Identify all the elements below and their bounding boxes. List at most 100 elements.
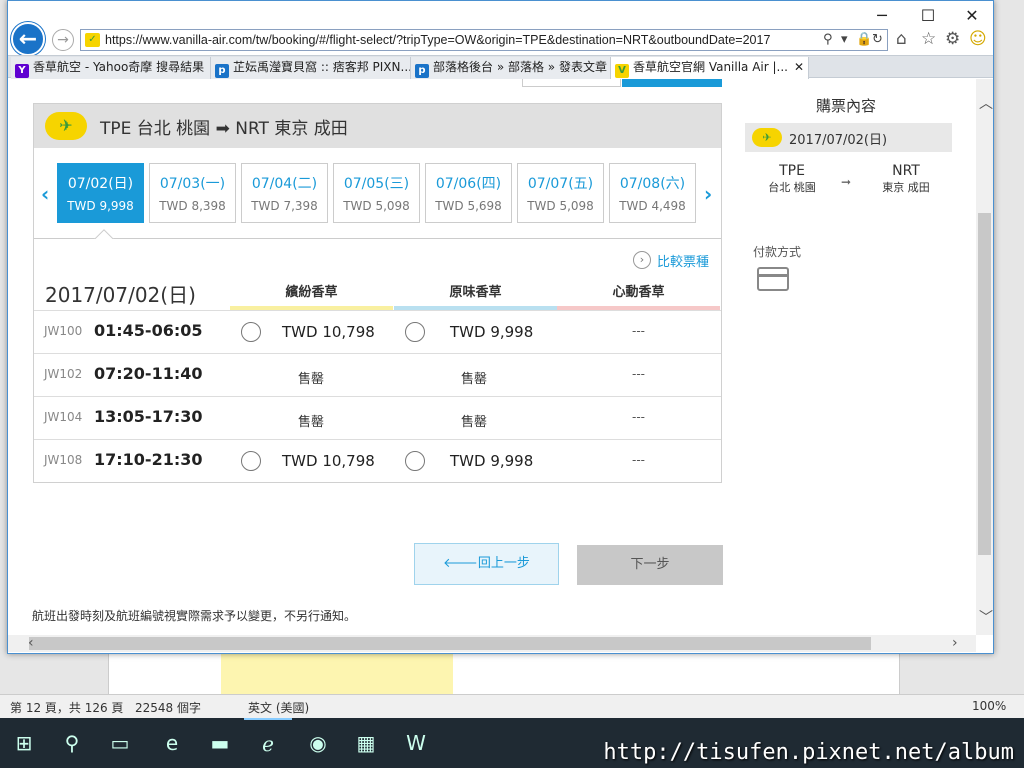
tab-close-icon[interactable]: ✕	[794, 57, 804, 78]
scroll-up-icon[interactable]: ︿	[979, 93, 993, 113]
back-step-button[interactable]: 🡐回上一步	[414, 543, 559, 585]
date-option[interactable]: 07/06(四) TWD 5,698	[425, 163, 512, 223]
top-partial-button-blue[interactable]	[622, 79, 722, 87]
flight-number: JW108	[44, 453, 83, 467]
fare-price: TWD 10,798	[282, 452, 375, 470]
flight-number: JW100	[44, 324, 83, 338]
date-option[interactable]: 07/07(五) TWD 5,098	[517, 163, 604, 223]
scroll-right-icon[interactable]: ›	[952, 635, 958, 651]
start-icon[interactable]: ⊞	[0, 718, 48, 768]
word-zoom: 100%	[972, 699, 1007, 713]
fare-radio[interactable]	[241, 322, 261, 342]
maximize-icon[interactable]: ☐	[905, 3, 951, 29]
forward-arrow-icon[interactable]: →	[52, 29, 74, 51]
fare-price: TWD 9,998	[450, 323, 534, 341]
flight-time: 13:05-17:30	[94, 407, 203, 426]
lock-icon[interactable]: 🔒	[856, 32, 872, 47]
arrow-right-icon: ➞	[841, 175, 852, 189]
vertical-scroll-thumb[interactable]	[978, 213, 991, 555]
prev-date-chevron-icon[interactable]: ‹	[41, 182, 49, 206]
home-icon[interactable]: ⌂	[896, 29, 907, 49]
title-bar: ─ ☐ ✕	[8, 1, 993, 29]
scroll-left-icon[interactable]: ‹	[28, 635, 34, 651]
date-label: 07/03(一)	[159, 176, 226, 192]
fare-radio[interactable]	[405, 451, 425, 471]
summary-origin-code: TPE	[779, 163, 805, 179]
minimize-icon[interactable]: ─	[859, 3, 905, 29]
address-bar[interactable]: ✓ https://www.vanilla-air.com/tw/booking…	[80, 29, 888, 51]
date-option[interactable]: 07/08(六) TWD 4,498	[609, 163, 696, 223]
date-option[interactable]: 07/05(三) TWD 5,098	[333, 163, 420, 223]
search-icon[interactable]: ⚲	[823, 32, 833, 47]
favorites-star-icon[interactable]: ☆	[921, 29, 936, 49]
folder-icon[interactable]: ▬	[196, 718, 244, 768]
payment-label: 付款方式	[753, 245, 802, 259]
tab-label: 香草航空 - Yahoo奇摩 搜尋結果	[33, 60, 205, 74]
close-icon[interactable]: ✕	[949, 3, 995, 29]
tab-blog-admin[interactable]: p 部落格後台 » 部落格 » 發表文章	[411, 57, 611, 79]
scroll-down-icon[interactable]: ﹀	[979, 607, 993, 627]
sold-out-label: 售罄	[461, 415, 488, 430]
watermark-text: http://tisufen.pixnet.net/album	[603, 740, 1014, 765]
compare-chevron-icon[interactable]: ›	[633, 251, 651, 269]
settings-gear-icon[interactable]: ⚙	[945, 29, 960, 49]
compare-fares-link[interactable]: 比較票種	[657, 251, 709, 270]
route-header: ✈ TPE 台北 桃園 ➡ NRT 東京 成田	[34, 104, 721, 148]
date-option[interactable]: 07/02(日) TWD 9,998	[57, 163, 144, 223]
fare-unavailable: ---	[632, 410, 645, 424]
date-price: TWD 4,498	[619, 199, 686, 213]
browser-window: ─ ☐ ✕ ← → ✓ https://www.vanilla-air.com/…	[7, 0, 994, 654]
flight-row: JW104 13:05-17:30 售罄 售罄 ---	[34, 396, 721, 439]
tab-pixnet-blog[interactable]: p 芷妘禹瀅寶貝窩 :: 痞客邦 PIXN...	[211, 57, 411, 79]
date-label: 07/08(六)	[619, 176, 686, 192]
date-label: 07/05(三)	[343, 176, 410, 192]
credit-card-icon	[757, 267, 789, 291]
refresh-icon[interactable]: ↻	[872, 32, 883, 47]
next-step-button[interactable]: 下一步	[577, 545, 723, 585]
chrome-icon[interactable]: ◉	[294, 718, 342, 768]
sold-out-label: 售罄	[298, 415, 325, 430]
left-arrow-icon: 🡐	[443, 556, 478, 571]
fare-unavailable: ---	[632, 453, 645, 467]
sold-out-label: 售罄	[298, 372, 325, 387]
airplane-icon: ✈	[752, 128, 782, 147]
horizontal-scroll-thumb[interactable]	[29, 637, 871, 650]
route-title: TPE 台北 桃園 ➡ NRT 東京 成田	[100, 119, 348, 139]
flight-row: JW102 07:20-11:40 售罄 售罄 ---	[34, 353, 721, 396]
pixnet-icon: p	[415, 64, 429, 78]
word-word-count: 22548 個字	[135, 701, 201, 715]
tab-vanilla-air[interactable]: V 香草航空官網 Vanilla Air |... ✕	[611, 57, 809, 79]
edge-icon[interactable]: e	[148, 718, 196, 768]
smiley-icon[interactable]: ☺	[969, 29, 987, 49]
fare-radio[interactable]	[405, 322, 425, 342]
back-step-label: 回上一步	[477, 556, 530, 571]
dropdown-icon[interactable]: ▾	[841, 32, 848, 47]
word-icon[interactable]: W	[392, 718, 440, 768]
fare-unavailable: ---	[632, 324, 645, 338]
summary-origin-name: 台北 桃園	[768, 181, 816, 194]
flight-time: 17:10-21:30	[94, 450, 203, 469]
fare-price: TWD 10,798	[282, 323, 375, 341]
date-price: TWD 5,098	[527, 199, 594, 213]
date-option[interactable]: 07/03(一) TWD 8,398	[149, 163, 236, 223]
summary-date-box: ✈ 2017/07/02(日)	[745, 123, 952, 152]
date-price: TWD 7,398	[251, 199, 318, 213]
date-option[interactable]: 07/04(二) TWD 7,398	[241, 163, 328, 223]
ie-icon[interactable]: ℯ	[244, 718, 292, 768]
site-favicon-icon: ✓	[85, 33, 100, 47]
tab-yahoo[interactable]: Y 香草航空 - Yahoo奇摩 搜尋結果	[11, 57, 211, 79]
fare-unavailable: ---	[632, 367, 645, 381]
url-text[interactable]: https://www.vanilla-air.com/tw/booking/#…	[105, 33, 805, 47]
date-price: TWD 5,698	[435, 199, 502, 213]
search-icon[interactable]: ⚲	[48, 718, 96, 768]
fare-radio[interactable]	[241, 451, 261, 471]
tab-label: 香草航空官網 Vanilla Air |...	[633, 60, 788, 74]
next-date-chevron-icon[interactable]: ›	[704, 182, 712, 206]
store-icon[interactable]: ▦	[342, 718, 390, 768]
top-partial-button[interactable]	[522, 79, 621, 87]
back-arrow-icon[interactable]: ←	[11, 22, 45, 56]
task-view-icon[interactable]: ▭	[96, 718, 144, 768]
date-label: 07/06(四)	[435, 176, 502, 192]
divider	[34, 238, 721, 239]
airplane-icon: ✈	[45, 112, 87, 140]
